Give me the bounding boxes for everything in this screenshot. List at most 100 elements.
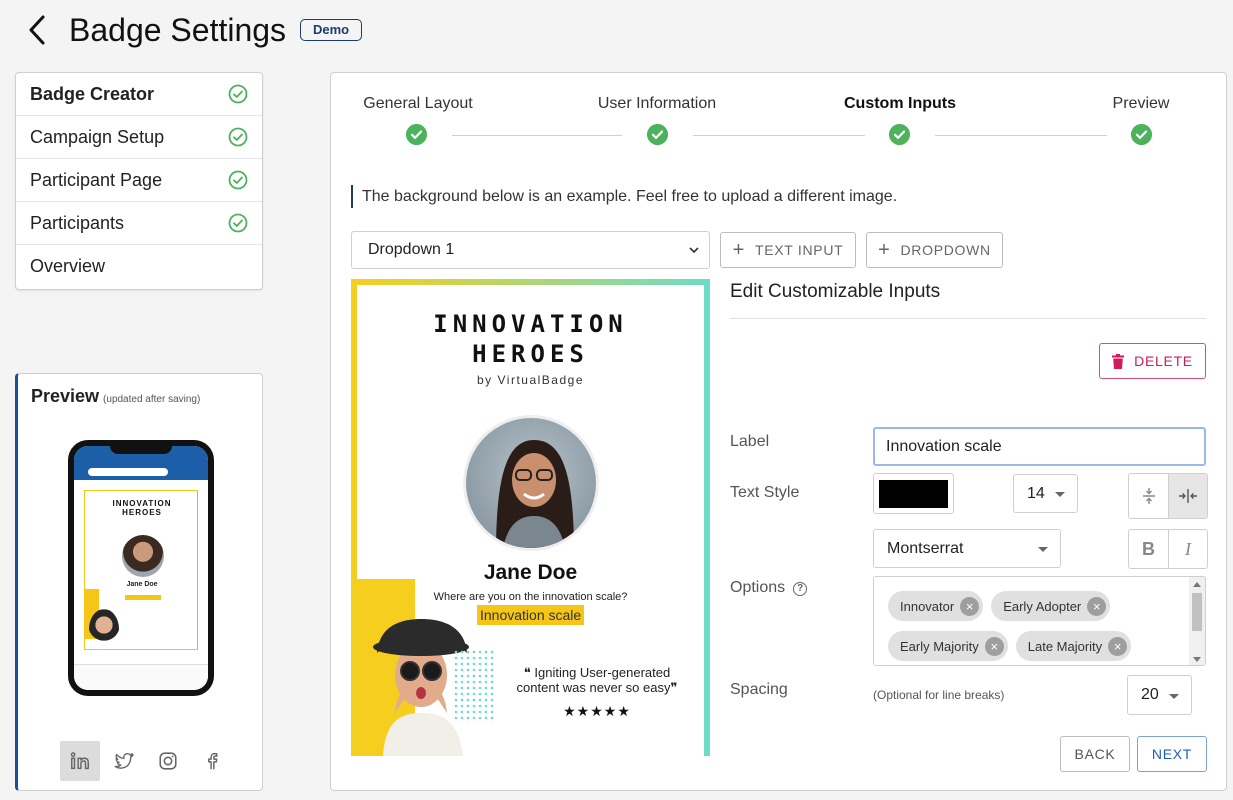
instagram-icon [159,752,177,770]
mini-badge-title: INNOVATION HEROES [112,499,172,517]
scroll-up-icon[interactable] [1193,582,1201,587]
nav-item-badge-creator[interactable]: Badge Creator [16,73,262,116]
mini-badge-photo [122,535,164,577]
nav-item-participant-page[interactable]: Participant Page [16,159,262,202]
options-list[interactable]: Innovator × Early Adopter × Early Majority… [873,576,1206,666]
remove-chip-icon[interactable]: × [1108,636,1128,656]
step-label: User Information [597,95,717,112]
delete-input-button[interactable]: DELETE [1099,343,1206,379]
input-select[interactable]: Dropdown 1 [351,231,710,269]
facebook-button[interactable] [192,741,232,781]
badge-custom-input[interactable]: Innovation scale [477,605,585,625]
social-share-row [60,741,232,781]
nav-item-label: Campaign Setup [30,126,165,147]
spacing-label: Spacing [730,681,788,698]
next-button[interactable]: NEXT [1137,736,1207,772]
bold-icon[interactable]: B [1129,530,1168,568]
option-chip: Early Majority × [888,631,1008,661]
linkedin-button[interactable] [60,741,100,781]
remove-chip-icon[interactable]: × [1087,596,1107,616]
nav-item-overview[interactable]: Overview [16,245,262,288]
badge-quote: ❝ Igniting User-generated content was nev… [516,665,678,695]
step-check-icon [406,124,427,145]
phone-screen: INNOVATION HEROES Jane Doe [74,446,208,690]
option-chip-label: Early Majority [900,638,979,654]
linkedin-icon [70,752,89,770]
step-connector [452,135,622,136]
remove-chip-icon[interactable]: × [984,636,1004,656]
scroll-down-icon[interactable] [1193,657,1201,662]
nav-item-participants[interactable]: Participants [16,202,262,245]
check-circle-icon [228,170,248,190]
badge-canvas[interactable]: INNOVATION HEROES by VirtualBadge Jane Do… [351,279,710,756]
step-check-icon [1131,124,1152,145]
twitter-icon [114,752,134,769]
badge-dot-pattern [453,649,495,723]
phone-mockup: INNOVATION HEROES Jane Doe [68,440,214,696]
spacing-select[interactable]: 20 [1127,675,1192,715]
font-size-select[interactable]: 14 [1013,474,1078,513]
plus-icon: + [878,239,891,261]
preview-title: Preview (updated after saving) [31,386,200,407]
nav-item-label: Badge Creator [30,83,155,104]
step-custom-inputs[interactable]: Custom Inputs [835,95,965,113]
font-family-select[interactable]: Montserrat [873,529,1061,568]
vertical-align-icon[interactable] [1129,474,1168,518]
font-family-value: Montserrat [887,540,964,557]
scroll-thumb[interactable] [1192,593,1202,631]
remove-chip-icon[interactable]: × [960,596,980,616]
text-style-label: Text Style [730,484,800,501]
text-color-swatch [879,480,948,508]
button-label: DELETE [1134,353,1193,369]
nav-item-label: Participant Page [30,169,163,190]
twitter-button[interactable] [104,741,144,781]
editor-divider [730,318,1206,319]
badge-editor-card: General Layout User Information Custom I… [330,72,1227,791]
preview-title-text: Preview [31,386,100,406]
font-size-value: 14 [1027,485,1045,502]
preview-note: (updated after saving) [103,394,201,405]
preview-panel: Preview (updated after saving) INNOVATION… [15,373,263,791]
add-text-input-button[interactable]: + TEXT INPUT [720,232,856,268]
editor-title: Edit Customizable Inputs [730,281,941,302]
instagram-button[interactable] [148,741,188,781]
horizontal-align-icon[interactable] [1168,474,1207,518]
spacing-hint: (Optional for line breaks) [873,688,1005,702]
step-label: General Layout [363,95,473,112]
badge-content: INNOVATION HEROES by VirtualBadge Jane Do… [357,285,704,756]
mini-badge-name: Jane Doe [126,581,158,588]
help-icon[interactable]: ? [793,582,808,596]
caret-down-icon [1169,694,1179,699]
input-select-value: Dropdown 1 [368,241,455,258]
italic-icon[interactable]: I [1168,530,1207,568]
label-input[interactable] [873,427,1206,466]
options-scrollbar[interactable] [1189,577,1205,665]
trash-icon [1112,353,1125,369]
step-label: Custom Inputs [844,95,956,112]
step-preview[interactable]: Preview [1101,95,1181,113]
spacing-value: 20 [1141,686,1159,703]
text-format-toggle: B I [1128,529,1208,569]
check-circle-icon [228,213,248,233]
add-dropdown-button[interactable]: + DROPDOWN [866,232,1003,268]
options-label-text: Options [730,579,786,596]
text-color-picker[interactable] [873,473,954,514]
nav-item-campaign-setup[interactable]: Campaign Setup [16,116,262,159]
mini-badge: INNOVATION HEROES Jane Doe [84,490,198,650]
step-check-icon [647,124,668,145]
step-general-layout[interactable]: General Layout [363,95,473,113]
step-user-information[interactable]: User Information [587,95,727,113]
back-arrow-icon[interactable] [22,12,54,48]
chevron-down-icon [689,247,699,254]
back-button[interactable]: BACK [1060,736,1130,772]
option-chips: Innovator × Early Adopter × Early Majority… [888,591,1188,661]
step-connector [693,135,865,136]
phone-search-bar [88,468,168,476]
badge-title: INNOVATION HEROES [433,310,628,368]
facebook-icon [208,752,218,770]
phone-bottom-nav [74,664,208,690]
info-text: The background below is an example. Feel… [351,185,897,208]
page-title: Badge Settings [69,12,287,48]
nav-item-label: Overview [30,256,106,276]
options-label: Options? [730,579,808,597]
